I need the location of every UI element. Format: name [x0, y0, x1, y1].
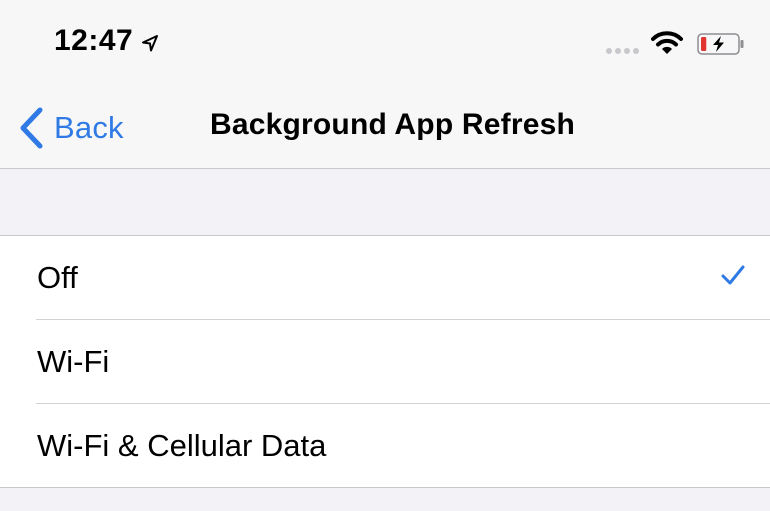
option-label: Wi-Fi: [37, 344, 110, 379]
checkmark-icon: [721, 265, 745, 285]
refresh-options-list: Off Wi-Fi Wi-Fi & Cellular Data: [0, 235, 770, 488]
signal-dots-icon: [606, 48, 642, 54]
option-off[interactable]: Off: [0, 236, 770, 319]
wifi-icon: [651, 31, 683, 54]
option-label: Off: [37, 260, 78, 295]
option-wifi[interactable]: Wi-Fi: [36, 319, 770, 403]
option-wifi-cellular[interactable]: Wi-Fi & Cellular Data: [36, 403, 770, 487]
battery-charging-icon: [697, 33, 744, 55]
page-title: Background App Refresh: [209, 108, 575, 141]
status-time: 12:47: [54, 24, 134, 57]
location-arrow-icon: [142, 35, 158, 52]
status-bar: 12:47: [0, 0, 770, 86]
navigation-bar: Back Background App Refresh: [0, 86, 770, 169]
option-label: Wi-Fi & Cellular Data: [37, 428, 327, 463]
